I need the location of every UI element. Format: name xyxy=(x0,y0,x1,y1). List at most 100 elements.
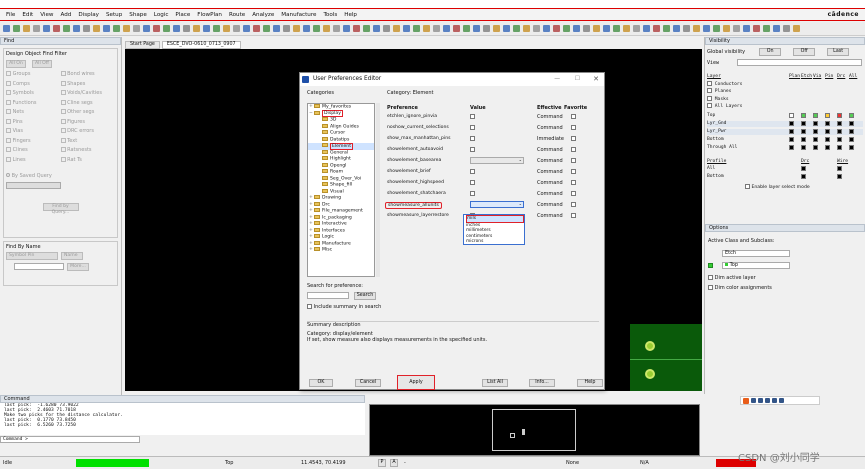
minimize-icon[interactable]: — xyxy=(554,73,560,86)
toolbar-tool-icon[interactable] xyxy=(683,25,690,32)
vis-layer-toggle[interactable] xyxy=(837,121,842,126)
toolbar-tool-icon[interactable] xyxy=(173,25,180,32)
toolbar-tool-icon[interactable] xyxy=(243,25,250,32)
filter-left[interactable]: Lines xyxy=(6,156,61,163)
vis-layer-toggle[interactable] xyxy=(789,145,794,150)
menu-shape[interactable]: Shape xyxy=(129,12,147,18)
toolbar-tool-icon[interactable] xyxy=(223,25,230,32)
toolbar-tool-icon[interactable] xyxy=(293,25,300,32)
favorite-checkbox[interactable] xyxy=(571,213,576,218)
pref-select[interactable]: ⌄ xyxy=(470,157,524,164)
menu-setup[interactable]: Setup xyxy=(106,12,122,18)
vis-profile-toggle[interactable] xyxy=(801,166,806,171)
toolbar-tool-icon[interactable] xyxy=(533,25,540,32)
search-input[interactable] xyxy=(307,292,349,299)
toolbar-tool-icon[interactable] xyxy=(83,25,90,32)
unit-option[interactable]: microns xyxy=(466,239,524,245)
favorite-checkbox[interactable] xyxy=(571,169,576,174)
toolbar-tool-icon[interactable] xyxy=(733,25,740,32)
toolbar-tool-icon[interactable] xyxy=(653,25,660,32)
units-dropdown-list[interactable]: mils inches millimeters centimeters microns xyxy=(463,214,525,245)
toolbar-tool-icon[interactable] xyxy=(703,25,710,32)
pref-value-checkbox[interactable] xyxy=(470,191,475,196)
vis-layer-toggle[interactable] xyxy=(801,113,806,118)
toolbar-tool-icon[interactable] xyxy=(623,25,630,32)
vis-group-checkbox[interactable] xyxy=(707,80,712,86)
ok-button[interactable]: OK xyxy=(309,379,333,387)
favorite-checkbox[interactable] xyxy=(571,114,576,119)
toolbar-tool-icon[interactable] xyxy=(603,25,610,32)
toolbar-tool-icon[interactable] xyxy=(453,25,460,32)
maximize-icon[interactable]: ☐ xyxy=(575,73,580,86)
filter-checkbox[interactable] xyxy=(6,90,11,95)
toolbar-tool-icon[interactable] xyxy=(723,25,730,32)
pref-value-checkbox[interactable] xyxy=(470,114,475,119)
search-button[interactable]: Search xyxy=(354,292,376,300)
expand-icon[interactable]: + xyxy=(309,215,313,221)
view-select[interactable] xyxy=(737,59,863,66)
pref-value-checkbox[interactable] xyxy=(470,125,475,130)
expand-icon[interactable]: + xyxy=(309,208,313,214)
world-view[interactable] xyxy=(369,404,700,456)
filter-right[interactable]: Text xyxy=(60,137,116,144)
filter-right[interactable]: Bond wires xyxy=(60,71,116,77)
vis-layer-toggle[interactable] xyxy=(813,113,818,118)
filter-left[interactable]: Groups xyxy=(6,71,61,77)
toolbar-tool-icon[interactable] xyxy=(123,25,130,32)
filter-left[interactable]: Symbols xyxy=(6,90,61,96)
filter-right[interactable]: Figures xyxy=(60,118,116,125)
filter-checkbox[interactable] xyxy=(60,90,66,95)
toolbar-tool-icon[interactable] xyxy=(153,25,160,32)
menu-display[interactable]: Display xyxy=(78,12,99,18)
ime-toolbar[interactable] xyxy=(740,396,820,405)
toolbar-tool-icon[interactable] xyxy=(393,25,400,32)
toolbar-tool-icon[interactable] xyxy=(133,25,140,32)
toolbar-tool-icon[interactable] xyxy=(713,25,720,32)
favorite-checkbox[interactable] xyxy=(571,125,576,130)
toolbar-tool-icon[interactable] xyxy=(213,25,220,32)
toolbar-tool-icon[interactable] xyxy=(513,25,520,32)
filter-left[interactable]: Comps xyxy=(6,80,61,87)
toolbar-tool-icon[interactable] xyxy=(313,25,320,32)
pref-value-checkbox[interactable] xyxy=(470,169,475,174)
toolbar-tool-icon[interactable] xyxy=(613,25,620,32)
toolbar-tool-icon[interactable] xyxy=(3,25,10,32)
vis-layer-toggle[interactable] xyxy=(801,137,806,142)
vis-profile-toggle[interactable] xyxy=(837,166,842,171)
menu-flowplan[interactable]: FlowPlan xyxy=(197,12,222,18)
filter-left[interactable]: Functions xyxy=(6,99,61,106)
toolbar-tool-icon[interactable] xyxy=(793,25,800,32)
subclass-select[interactable]: Top xyxy=(722,262,790,269)
dim-active-checkbox[interactable] xyxy=(708,275,713,280)
vis-layer-toggle[interactable] xyxy=(813,121,818,126)
toolbar-tool-icon[interactable] xyxy=(263,25,270,32)
toolbar-tool-icon[interactable] xyxy=(333,25,340,32)
filter-checkbox[interactable] xyxy=(60,118,66,124)
toolbar-tool-icon[interactable] xyxy=(233,25,240,32)
favorite-checkbox[interactable] xyxy=(571,158,576,163)
filter-right[interactable]: Voids/Cavities xyxy=(60,90,116,96)
menu-file[interactable]: File xyxy=(6,12,15,18)
toolbar-tool-icon[interactable] xyxy=(503,25,510,32)
cancel-button[interactable]: Cancel xyxy=(355,379,381,387)
filter-checkbox[interactable] xyxy=(6,147,11,152)
toolbar-tool-icon[interactable] xyxy=(323,25,330,32)
filter-checkbox[interactable] xyxy=(6,71,11,76)
favorite-checkbox[interactable] xyxy=(571,180,576,185)
toolbar-tool-icon[interactable] xyxy=(93,25,100,32)
toolbar-tool-icon[interactable] xyxy=(663,25,670,32)
help-button[interactable]: Help xyxy=(577,379,603,387)
dim-color-checkbox[interactable] xyxy=(708,285,713,290)
filter-right[interactable]: Rat Ts xyxy=(60,156,116,163)
menu-tools[interactable]: Tools xyxy=(323,12,337,18)
toolbar-tool-icon[interactable] xyxy=(183,25,190,32)
unit-option[interactable]: mils xyxy=(466,215,524,223)
find-name-input[interactable] xyxy=(14,263,64,270)
vis-group-checkbox[interactable] xyxy=(707,103,712,108)
category-tree[interactable]: + My_favorites − Display 3D Align Guides Curso… xyxy=(307,103,375,277)
expand-icon[interactable]: + xyxy=(309,104,313,110)
toolbar-tool-icon[interactable] xyxy=(383,25,390,32)
toolbar-tool-icon[interactable] xyxy=(593,25,600,32)
toolbar-tool-icon[interactable] xyxy=(33,25,40,32)
expand-icon[interactable]: + xyxy=(309,228,313,234)
